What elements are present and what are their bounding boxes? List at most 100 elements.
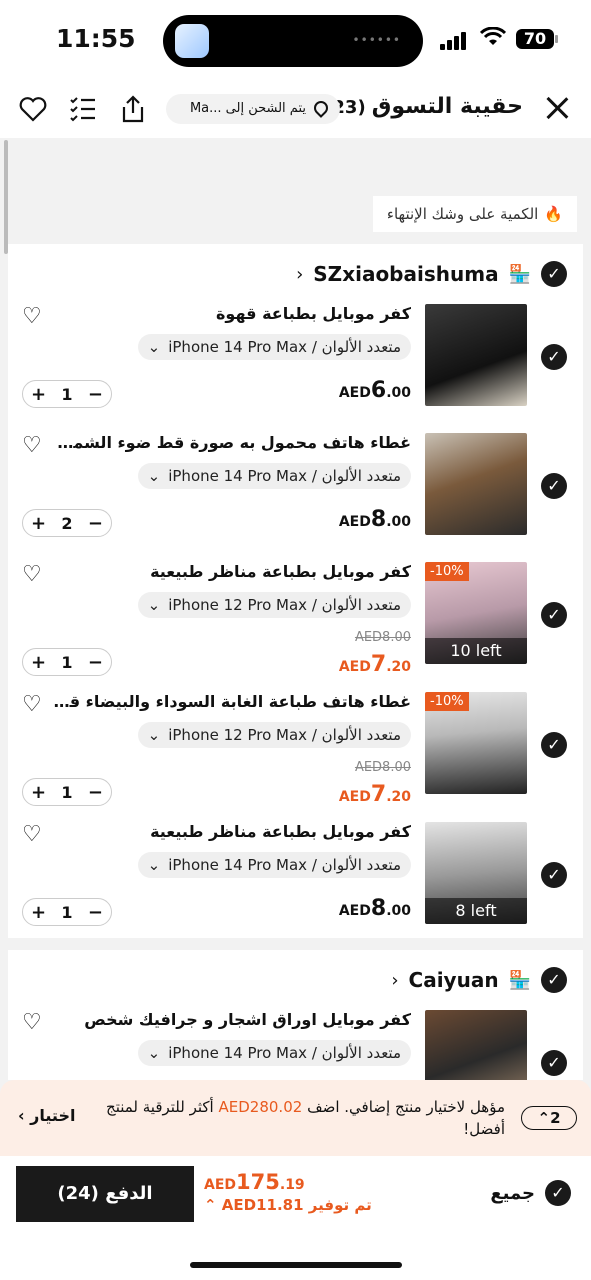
wishlist-heart-icon[interactable]: ♡	[22, 1010, 42, 1035]
savings-info[interactable]: ⌃ AED11.81 تم توفير	[204, 1196, 372, 1214]
plus-icon[interactable]: +	[31, 902, 46, 923]
minus-icon[interactable]: −	[88, 652, 103, 673]
item-select-checkbox[interactable]: ✓	[541, 1050, 567, 1076]
upsell-count-badge[interactable]: ⌃2	[521, 1106, 577, 1130]
battery-icon: 70	[516, 29, 554, 49]
product-image[interactable]	[425, 433, 527, 535]
discount-badge: -10%	[425, 562, 469, 581]
wishlist-heart-icon[interactable]: ♡	[22, 304, 42, 329]
island-dots: ••••••	[352, 33, 401, 47]
upsell-banner[interactable]: ⌃2 مؤهل لاختيار منتج إضافي. اضف AED280.0…	[0, 1080, 591, 1156]
quantity-stepper[interactable]: +1−	[22, 778, 112, 806]
total-int: 175	[236, 1170, 280, 1194]
quantity-stepper[interactable]: +2−	[22, 509, 112, 537]
close-icon[interactable]	[543, 94, 571, 122]
quantity-stepper[interactable]: +1−	[22, 380, 112, 408]
variant-selector[interactable]: متعدد الألوان / iPhone 14 Pro Max ⌄	[137, 334, 411, 360]
store-header[interactable]: ✓ 🏪 Caiyuan ‹	[391, 964, 567, 996]
wishlist-heart-icon[interactable]	[18, 94, 48, 124]
item-price: AED8.00	[339, 507, 411, 532]
cart-item: ✓ -10% غطاء هاتف طباعة الغابة السوداء وا…	[8, 692, 583, 822]
wishlist-heart-icon[interactable]: ♡	[22, 822, 42, 847]
product-name[interactable]: كفر موبايل بطباعة قهوة	[51, 304, 411, 323]
stock-left-tag: 10 left	[425, 638, 527, 664]
price-dec: .00	[386, 514, 411, 530]
price-dec: .00	[386, 903, 411, 919]
minus-icon[interactable]: −	[88, 902, 103, 923]
item-select-checkbox[interactable]: ✓	[541, 602, 567, 628]
price-currency: AED	[338, 789, 371, 805]
checklist-icon[interactable]	[68, 94, 98, 124]
product-image[interactable]	[425, 1010, 527, 1080]
variant-selector[interactable]: متعدد الألوان / iPhone 12 Pro Max ⌄	[137, 722, 411, 748]
variant-selector[interactable]: متعدد الألوان / iPhone 14 Pro Max ⌄	[137, 852, 411, 878]
minus-icon[interactable]: −	[88, 782, 103, 803]
saving-amount: AED11.81	[221, 1196, 304, 1214]
product-name[interactable]: غطاء هاتف طباعة الغابة السوداء والبيضاء …	[51, 692, 411, 711]
product-name[interactable]: كفر موبايل بطباعة مناظر طبيعية	[51, 562, 411, 581]
location-pin-icon	[311, 98, 331, 118]
product-image[interactable]	[425, 304, 527, 406]
checkout-button[interactable]: الدفع (24)	[16, 1166, 194, 1222]
product-image[interactable]: -10% 10 left	[425, 562, 527, 664]
share-icon[interactable]	[118, 94, 148, 124]
wishlist-heart-icon[interactable]: ♡	[22, 433, 42, 458]
chevron-down-icon: ⌄	[147, 467, 161, 485]
store-select-checkbox[interactable]: ✓	[541, 261, 567, 287]
plus-icon[interactable]: +	[31, 513, 46, 534]
product-image[interactable]: 8 left	[425, 822, 527, 924]
store-name[interactable]: SZxiaobaishuma	[313, 262, 498, 286]
title-text: حقيبة التسوق	[371, 94, 523, 119]
upsell-text-before: مؤهل لاختيار منتج إضافي. اضف	[307, 1098, 505, 1116]
price-currency: AED	[338, 385, 371, 401]
item-select-checkbox[interactable]: ✓	[541, 344, 567, 370]
chevron-left-icon: ‹	[18, 1106, 31, 1125]
product-name[interactable]: كفر موبايل بطباعة مناظر طبيعية	[51, 822, 411, 841]
variant-selector[interactable]: متعدد الألوان / iPhone 12 Pro Max ⌄	[137, 592, 411, 618]
cart-content[interactable]: 🔥 الكمية على وشك الإنتهاء ✓ 🏪 SZxiaobaish…	[0, 138, 591, 1080]
upsell-action-label: اختيار	[30, 1106, 76, 1125]
store-icon: 🏪	[508, 969, 531, 991]
ship-to-selector[interactable]: يتم الشحن إلى ...Ma	[166, 94, 340, 124]
upsell-amount: AED280.02	[218, 1098, 303, 1116]
notice-text: الكمية على وشك الإنتهاء	[386, 205, 539, 223]
minus-icon[interactable]: −	[88, 384, 103, 405]
chevron-left-icon: ‹	[391, 969, 399, 991]
plus-icon[interactable]: +	[31, 652, 46, 673]
dynamic-island: ••••••	[163, 15, 423, 67]
chevron-up-icon: ⌃	[537, 1109, 551, 1127]
quantity-stepper[interactable]: +1−	[22, 898, 112, 926]
variant-label: متعدد الألوان / iPhone 14 Pro Max	[168, 467, 401, 485]
page-title: حقيبة التسوق(23)	[324, 94, 523, 119]
original-price: AED8.00	[354, 760, 411, 775]
product-image[interactable]: -10%	[425, 692, 527, 794]
product-name[interactable]: كفر موبايل اوراق اشجار و جرافيك شخص	[51, 1010, 411, 1029]
product-name[interactable]: غطاء هاتف محمول به صورة قط ضوء الشمس وزه…	[51, 433, 411, 452]
minus-icon[interactable]: −	[88, 513, 103, 534]
select-all[interactable]: ✓ جميع	[490, 1180, 571, 1206]
upsell-select-button[interactable]: ‹ اختيار	[18, 1106, 75, 1125]
quantity-value: 1	[61, 384, 73, 404]
stock-left-tag: 8 left	[425, 898, 527, 924]
item-select-checkbox[interactable]: ✓	[541, 732, 567, 758]
store-name[interactable]: Caiyuan	[409, 968, 499, 992]
wishlist-heart-icon[interactable]: ♡	[22, 692, 42, 717]
price-currency: AED	[338, 514, 371, 530]
wishlist-heart-icon[interactable]: ♡	[22, 562, 42, 587]
variant-selector[interactable]: متعدد الألوان / iPhone 14 Pro Max ⌄	[137, 463, 411, 489]
quantity-value: 1	[61, 652, 73, 672]
quantity-stepper[interactable]: +1−	[22, 648, 112, 676]
store-header[interactable]: ✓ 🏪 SZxiaobaishuma ‹	[296, 258, 567, 290]
store-select-checkbox[interactable]: ✓	[541, 967, 567, 993]
scrollbar[interactable]	[4, 140, 8, 254]
select-all-checkbox[interactable]: ✓	[545, 1180, 571, 1206]
plus-icon[interactable]: +	[31, 782, 46, 803]
plus-icon[interactable]: +	[31, 384, 46, 405]
item-select-checkbox[interactable]: ✓	[541, 473, 567, 499]
status-bar: 11:55 •••••• 70	[0, 0, 591, 80]
item-select-checkbox[interactable]: ✓	[541, 862, 567, 888]
variant-selector[interactable]: متعدد الألوان / iPhone 14 Pro Max ⌄	[137, 1040, 411, 1066]
cart-item: ✓ كفر موبايل اوراق اشجار و جرافيك شخص مت…	[8, 1010, 583, 1080]
chevron-down-icon: ⌄	[147, 338, 161, 356]
chevron-down-icon: ⌄	[147, 596, 161, 614]
